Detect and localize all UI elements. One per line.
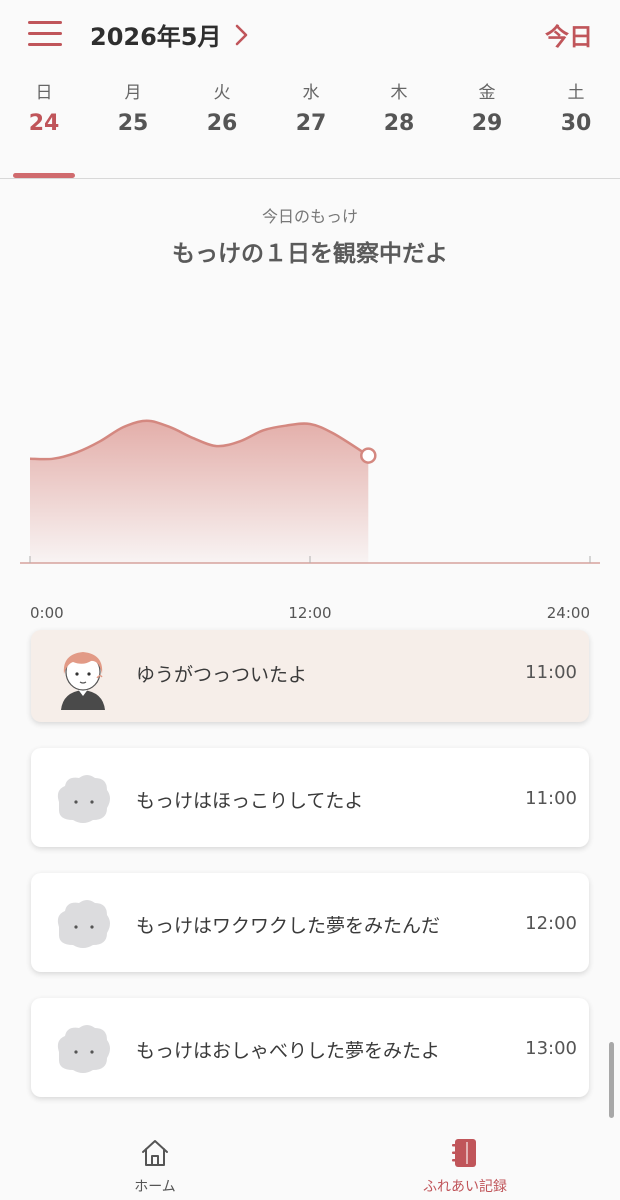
feed-message: もっけはワクワクした夢をみたんだ (136, 915, 441, 937)
day-30[interactable]: 土 30 (546, 70, 606, 178)
app-screen: 2026年5月 今日 日 24 月 25 火 26 水 27 木 28 金 29 (0, 0, 620, 1200)
mokke-fluff-icon (53, 893, 113, 953)
chart-x-tick-label: 24:00 (547, 604, 590, 622)
date-number: 30 (560, 111, 592, 136)
date-number: 27 (295, 111, 327, 136)
header: 2026年5月 今日 (0, 0, 620, 70)
feed-time: 11:00 (525, 788, 577, 809)
boy-avatar-icon (53, 644, 113, 710)
weekday-label: 月 (124, 83, 142, 103)
month-title: 2026年5月 (90, 23, 222, 51)
feed-message: もっけはおしゃべりした夢をみたよ (136, 1040, 441, 1062)
weekday-label: 金 (478, 83, 496, 103)
day-29[interactable]: 金 29 (457, 70, 517, 178)
week-strip: 日 24 月 25 火 26 水 27 木 28 金 29 土 30 (0, 70, 620, 178)
day-27[interactable]: 水 27 (281, 70, 341, 178)
date-number: 24 (28, 111, 60, 136)
bottom-nav: ホーム ふれあい記録 (0, 1124, 620, 1200)
hamburger-menu-icon[interactable] (28, 21, 62, 47)
day-26[interactable]: 火 26 (192, 70, 252, 178)
week-divider (0, 178, 620, 179)
summary-title: もっけの１日を観察中だよ (172, 241, 448, 267)
nav-home-label: ホーム (134, 1179, 176, 1195)
feed-card[interactable]: もっけはほっこりしてたよ 11:00 (31, 748, 589, 847)
feed-card[interactable]: もっけはおしゃべりした夢をみたよ 13:00 (31, 998, 589, 1097)
chart-x-tick-label: 12:00 (288, 604, 331, 622)
weekday-label: 土 (567, 83, 585, 103)
chevron-right-icon[interactable] (232, 22, 252, 48)
today-button[interactable]: 今日 (545, 17, 593, 52)
chart-x-tick-label: 0:00 (30, 604, 64, 622)
weekday-label: 火 (213, 83, 231, 103)
day-28[interactable]: 木 28 (369, 70, 429, 178)
mokke-fluff-icon (53, 768, 113, 828)
nav-records-label: ふれあい記録 (423, 1179, 507, 1195)
date-number: 29 (471, 111, 503, 136)
feed-card[interactable]: ゆうがつっついたよ 11:00 (31, 630, 589, 722)
feed-message: ゆうがつっついたよ (136, 664, 308, 686)
nav-records[interactable]: ふれあい記録 (390, 1124, 540, 1200)
feed-card[interactable]: もっけはワクワクした夢をみたんだ 12:00 (31, 873, 589, 972)
feed-time: 11:00 (525, 662, 577, 683)
home-icon (142, 1140, 168, 1166)
notebook-icon (452, 1139, 476, 1167)
day-24[interactable]: 日 24 (14, 70, 74, 178)
date-number: 28 (383, 111, 415, 136)
nav-home[interactable]: ホーム (80, 1124, 230, 1200)
summary-subtitle: 今日のもっけ (261, 207, 358, 226)
chart-current-point (360, 447, 377, 464)
chart-area-fill (30, 420, 369, 563)
date-number: 25 (117, 111, 149, 136)
mood-area-chart: 0:00 12:00 24:00 (20, 419, 600, 622)
feed-message: もっけはほっこりしてたよ (136, 790, 364, 812)
mokke-fluff-icon (53, 1018, 113, 1078)
weekday-label: 木 (390, 83, 408, 103)
day-25[interactable]: 月 25 (103, 70, 163, 178)
feed-time: 13:00 (525, 1038, 577, 1059)
scrollbar-thumb[interactable] (609, 1042, 614, 1118)
weekday-label: 日 (35, 83, 53, 103)
feed-time: 12:00 (525, 913, 577, 934)
weekday-label: 水 (302, 83, 320, 103)
date-number: 26 (206, 111, 238, 136)
